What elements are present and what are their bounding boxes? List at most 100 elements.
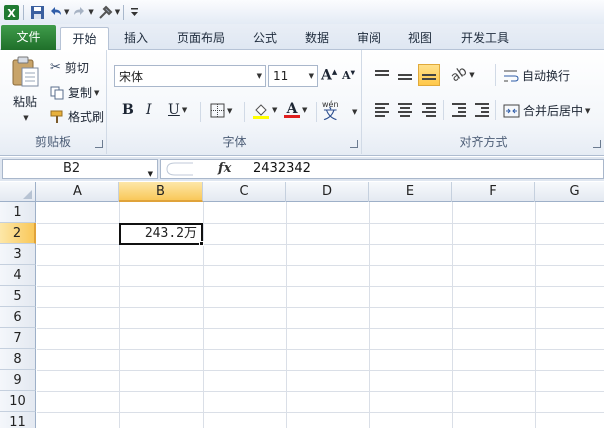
clipboard-dialog-launcher-icon[interactable] bbox=[95, 140, 103, 148]
row-header-6[interactable]: 6 bbox=[0, 307, 36, 328]
shrink-font-button[interactable]: A▼ bbox=[342, 69, 355, 82]
orientation-button[interactable]: ab ▼ bbox=[448, 64, 474, 86]
redo-dropdown-icon[interactable]: ▼ bbox=[88, 8, 93, 16]
align-middle-button[interactable] bbox=[394, 64, 416, 86]
alignment-dialog-launcher-icon[interactable] bbox=[593, 140, 601, 148]
name-box-dropdown-icon[interactable]: ▼ bbox=[148, 165, 153, 183]
column-header-e[interactable]: E bbox=[369, 182, 452, 202]
paste-dropdown-icon[interactable]: ▼ bbox=[23, 114, 28, 122]
font-name-dropdown-icon[interactable]: ▼ bbox=[257, 72, 262, 80]
redo-icon[interactable]: ▼ bbox=[72, 2, 94, 22]
fill-handle[interactable] bbox=[199, 241, 204, 246]
tab-view[interactable]: 视图 bbox=[398, 27, 442, 50]
formula-bar-resize-icon[interactable] bbox=[165, 161, 195, 177]
column-header-a[interactable]: A bbox=[37, 182, 119, 202]
bold-button[interactable]: B bbox=[122, 102, 134, 118]
column-header-f[interactable]: F bbox=[452, 182, 535, 202]
row-header-3[interactable]: 3 bbox=[0, 244, 36, 265]
tab-review[interactable]: 审阅 bbox=[347, 27, 391, 50]
underline-button[interactable]: U ▼ bbox=[168, 102, 187, 118]
tab-data[interactable]: 数据 bbox=[295, 27, 339, 50]
align-left-button[interactable] bbox=[371, 99, 393, 121]
font-dialog-launcher-icon[interactable] bbox=[350, 140, 358, 148]
cut-label: 剪切 bbox=[64, 61, 89, 75]
font-color-dropdown-icon[interactable]: ▼ bbox=[302, 106, 307, 114]
paste-button[interactable]: 粘贴 ▼ bbox=[6, 56, 44, 128]
copy-button[interactable]: 复制 ▼ bbox=[50, 84, 99, 101]
toolbar-separator bbox=[123, 4, 125, 20]
gridline bbox=[369, 202, 370, 428]
tab-file[interactable]: 文件 bbox=[1, 25, 56, 50]
grow-font-icon: A▲ bbox=[321, 67, 338, 84]
select-all-corner[interactable] bbox=[0, 182, 36, 202]
merge-center-dropdown-icon[interactable]: ▼ bbox=[585, 107, 590, 115]
font-size-select[interactable]: 11 ▼ bbox=[268, 65, 318, 87]
copy-dropdown-icon[interactable]: ▼ bbox=[94, 89, 99, 97]
copy-icon bbox=[50, 86, 64, 99]
phonetic-button[interactable]: wén 文 bbox=[322, 100, 339, 122]
column-header-b[interactable]: B bbox=[119, 182, 203, 202]
row-header-9[interactable]: 9 bbox=[0, 370, 36, 391]
align-top-button[interactable] bbox=[371, 64, 393, 86]
gridline bbox=[535, 202, 536, 428]
font-color-icon: A bbox=[284, 101, 300, 118]
tab-insert[interactable]: 插入 bbox=[113, 27, 159, 50]
grow-font-button[interactable]: A▲ bbox=[321, 67, 337, 84]
undo-dropdown-icon[interactable]: ▼ bbox=[64, 8, 69, 16]
font-group: 宋体 ▼ 11 ▼ A▲ A▼ B I U ▼ ▼ ▼ A ▼ wén 文 ▼ … bbox=[108, 50, 362, 154]
cell-b2-selected[interactable]: 243.2万 bbox=[119, 223, 203, 245]
row-header-8[interactable]: 8 bbox=[0, 349, 36, 370]
decrease-indent-button[interactable] bbox=[448, 99, 470, 121]
tools-dropdown-icon[interactable]: ▼ bbox=[115, 8, 120, 16]
cut-button[interactable]: ✂ 剪切 bbox=[50, 59, 89, 76]
align-right-button[interactable] bbox=[418, 99, 440, 121]
tab-home[interactable]: 开始 bbox=[60, 27, 109, 51]
formula-input[interactable]: 2432342 bbox=[253, 161, 311, 176]
shrink-font-icon: A▼ bbox=[342, 69, 356, 82]
merge-center-button[interactable]: 合并后居中 ▼ bbox=[503, 102, 590, 119]
customize-icon[interactable] bbox=[130, 2, 139, 22]
excel-logo-icon[interactable]: X bbox=[3, 2, 20, 22]
name-box-value: B2 bbox=[63, 161, 81, 176]
excel-window: X ▼ ▼ ▼ 文件 开始 插入 页面布局 公式 数据 审阅 视图 开发工具 粘… bbox=[0, 0, 604, 428]
tab-developer[interactable]: 开发工具 bbox=[450, 27, 520, 50]
tab-page-layout[interactable]: 页面布局 bbox=[165, 27, 237, 50]
fill-color-button[interactable]: ▼ bbox=[252, 101, 277, 119]
save-icon[interactable] bbox=[30, 2, 45, 22]
tab-formulas[interactable]: 公式 bbox=[243, 27, 287, 50]
orientation-icon: ab bbox=[448, 63, 471, 86]
font-color-button[interactable]: A ▼ bbox=[284, 101, 307, 118]
row-header-5[interactable]: 5 bbox=[0, 286, 36, 307]
format-painter-button[interactable]: 格式刷 bbox=[50, 108, 104, 125]
gridline bbox=[37, 412, 604, 413]
column-header-c[interactable]: C bbox=[203, 182, 286, 202]
svg-text:X: X bbox=[7, 7, 16, 20]
row-header-10[interactable]: 10 bbox=[0, 391, 36, 412]
font-name-select[interactable]: 宋体 ▼ bbox=[114, 65, 266, 87]
align-center-button[interactable] bbox=[394, 99, 416, 121]
underline-dropdown-icon[interactable]: ▼ bbox=[182, 106, 187, 114]
increase-indent-button[interactable] bbox=[471, 99, 493, 121]
insert-function-icon[interactable]: fx bbox=[218, 161, 231, 176]
column-header-d[interactable]: D bbox=[286, 182, 369, 202]
column-header-g[interactable]: G bbox=[535, 182, 604, 202]
row-header-2[interactable]: 2 bbox=[0, 223, 36, 244]
italic-button[interactable]: I bbox=[146, 102, 152, 118]
row-header-1[interactable]: 1 bbox=[0, 202, 36, 223]
borders-button[interactable]: ▼ bbox=[210, 103, 232, 118]
row-header-7[interactable]: 7 bbox=[0, 328, 36, 349]
row-header-11[interactable]: 11 bbox=[0, 412, 36, 428]
wrap-text-button[interactable]: 自动换行 bbox=[503, 67, 570, 84]
name-box[interactable]: B2 ▼ bbox=[2, 159, 158, 179]
fill-color-dropdown-icon[interactable]: ▼ bbox=[272, 106, 277, 114]
align-bottom-button[interactable] bbox=[418, 64, 440, 86]
row-header-4[interactable]: 4 bbox=[0, 265, 36, 286]
orientation-dropdown-icon[interactable]: ▼ bbox=[469, 71, 474, 79]
borders-dropdown-icon[interactable]: ▼ bbox=[227, 107, 232, 115]
format-painter-icon bbox=[50, 110, 63, 123]
font-size-dropdown-icon[interactable]: ▼ bbox=[309, 72, 314, 80]
worksheet-grid[interactable]: A B C D E F G 1 2 3 4 5 6 7 8 9 10 11 24… bbox=[0, 182, 604, 428]
undo-icon[interactable]: ▼ bbox=[48, 2, 69, 22]
phonetic-dropdown-icon[interactable]: ▼ bbox=[352, 108, 357, 116]
tools-icon[interactable]: ▼ bbox=[97, 2, 120, 22]
